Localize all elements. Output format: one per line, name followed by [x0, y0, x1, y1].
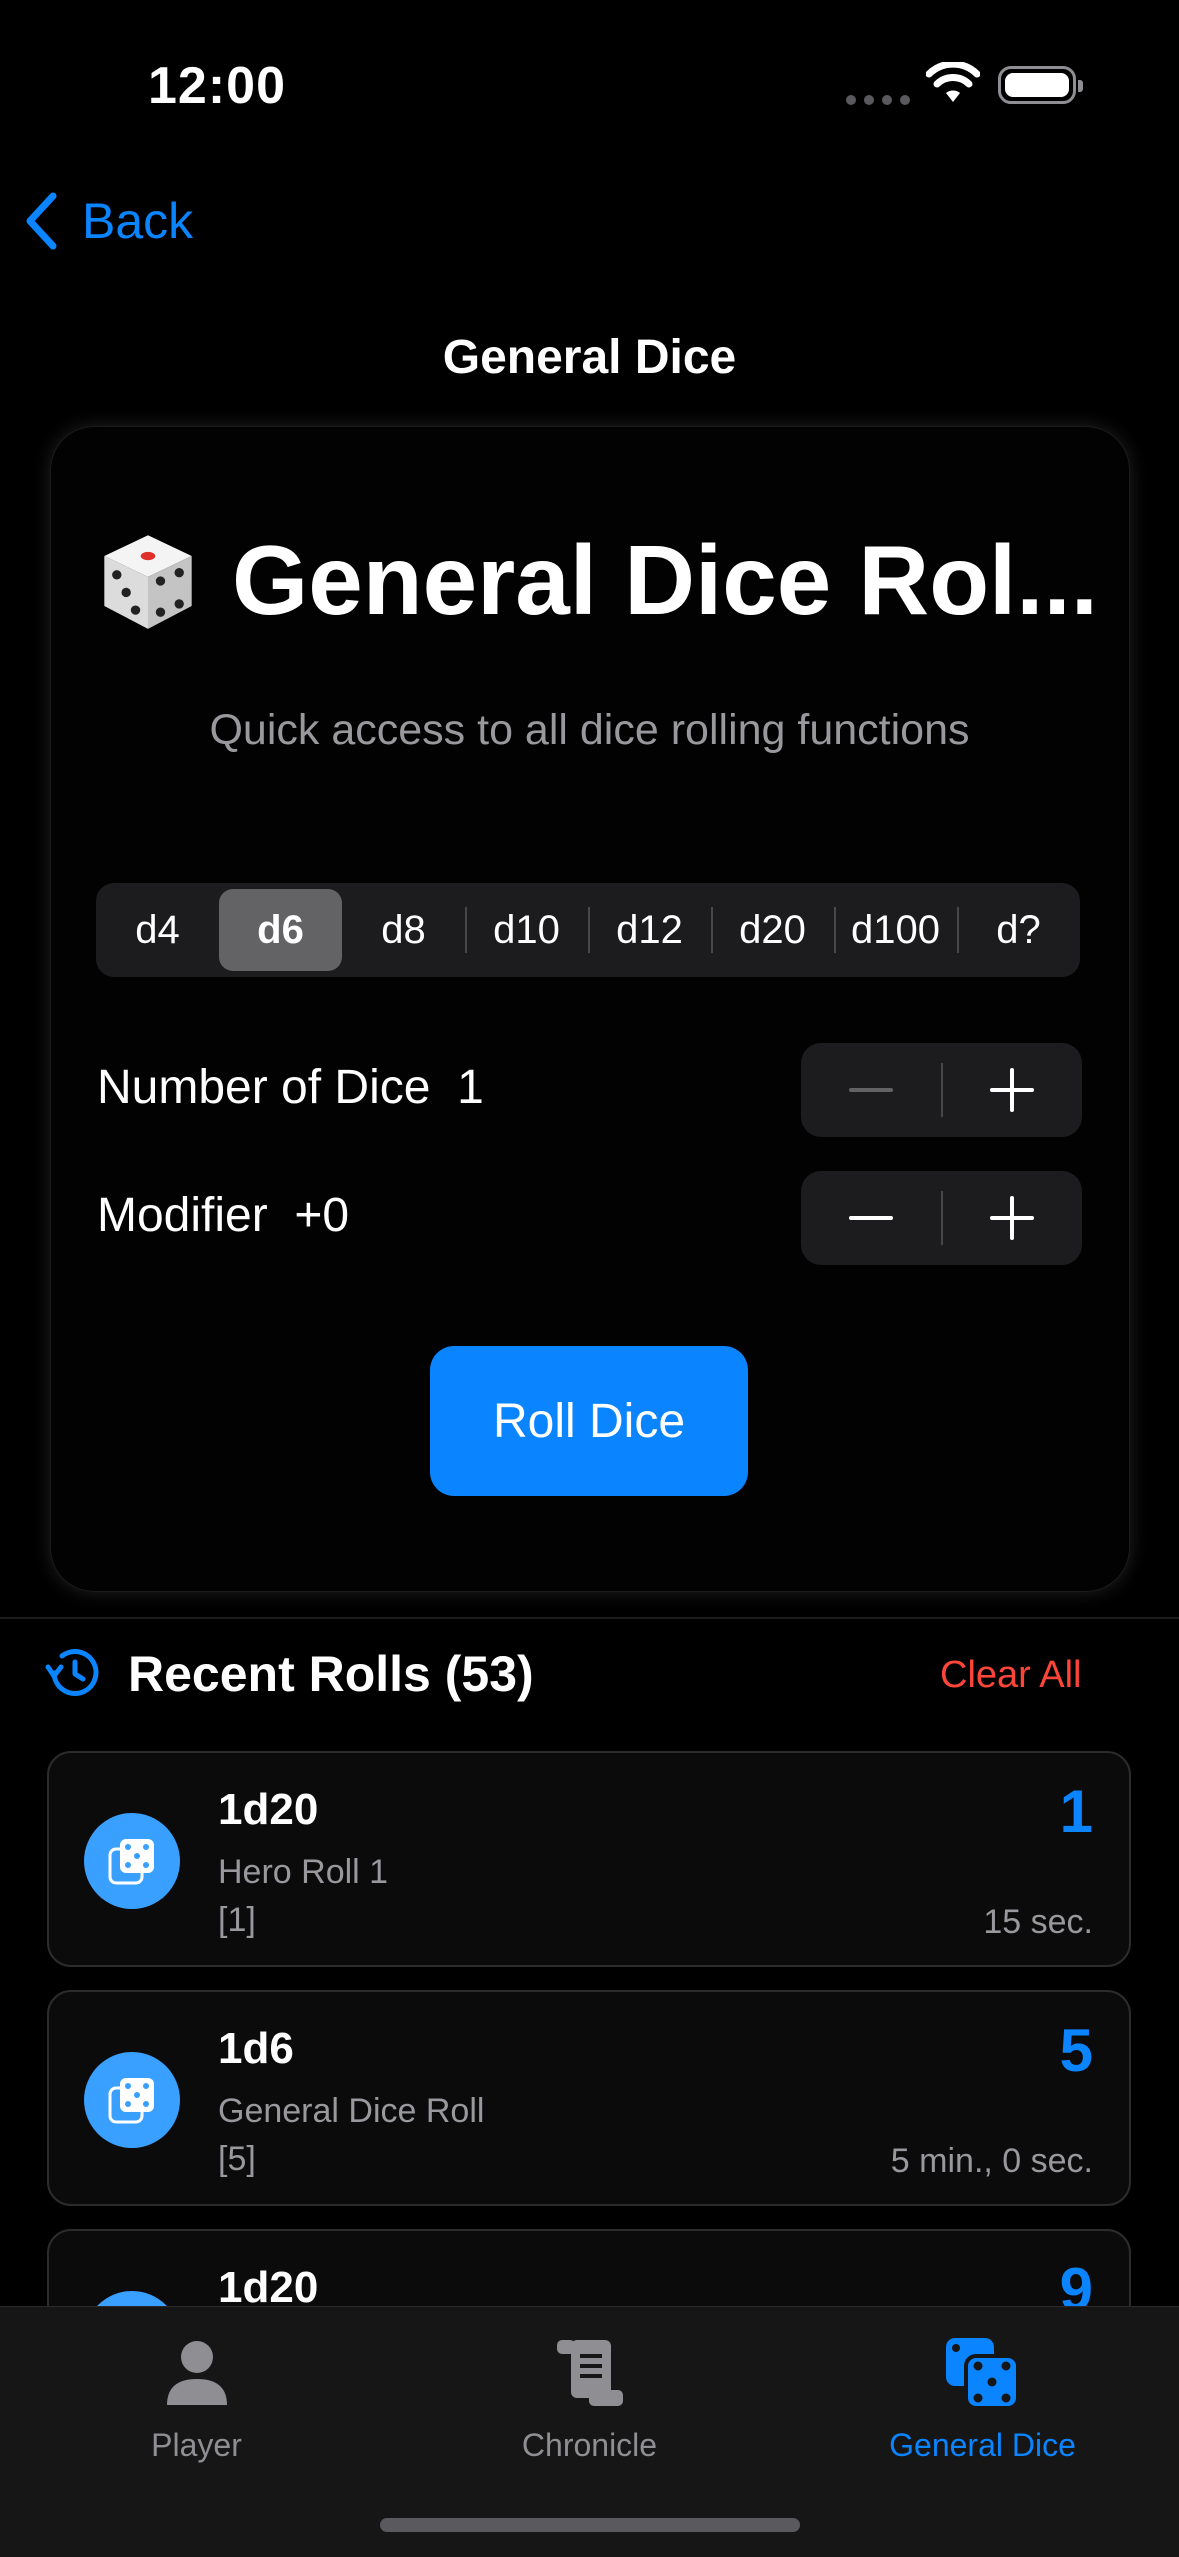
segment-d20[interactable]: d20	[711, 883, 834, 977]
segment-d8[interactable]: d8	[342, 883, 465, 977]
chevron-left-icon	[26, 192, 57, 250]
person-icon	[166, 2341, 227, 2405]
minus-icon	[848, 1088, 893, 1092]
segment-d10[interactable]: d10	[465, 883, 588, 977]
status-time: 12:00	[148, 57, 286, 115]
segment-d4[interactable]: d4	[96, 883, 219, 977]
roll-item[interactable]: 1d6 General Dice Roll [5] 5 5 min., 0 se…	[47, 1990, 1131, 2206]
die-type-segmented-control: d4 d6 d8 d10 d12 d20 d100 d?	[96, 883, 1080, 977]
roll-name: Hero Roll 1	[218, 1853, 389, 1891]
roll-time: 15 sec.	[983, 1903, 1093, 1941]
tab-label: Player	[151, 2427, 242, 2463]
roll-result: 1	[1059, 1778, 1093, 1845]
game-die-icon	[104, 534, 192, 629]
dice-icon	[945, 2338, 1020, 2410]
modifier-label: Modifier	[97, 1189, 268, 1242]
plus-icon	[990, 1196, 1035, 1240]
scroll-icon	[556, 2340, 623, 2406]
number-of-dice-value: 1	[457, 1061, 484, 1114]
card-title-text: General Dice Rol...	[232, 525, 1098, 635]
modifier-stepper	[801, 1171, 1082, 1265]
roll-result: 5	[1059, 2017, 1093, 2084]
tab-label: Chronicle	[521, 2427, 658, 2463]
segment-d100[interactable]: d100	[834, 883, 957, 977]
clear-all-button[interactable]: Clear All	[940, 1654, 1082, 1697]
roll-detail: [1]	[218, 1901, 256, 1939]
roll-time: 5 min., 0 sec.	[890, 2142, 1093, 2180]
wifi-icon	[926, 62, 980, 102]
tab-general-dice[interactable]: General Dice	[786, 2307, 1179, 2487]
segment-d12[interactable]: d12	[588, 883, 711, 977]
roll-expression: 1d20	[218, 1785, 319, 1834]
recent-rolls-title: Recent Rolls (53)	[128, 1646, 534, 1702]
modifier-decrement-button[interactable]	[801, 1171, 941, 1265]
dice-increment-button[interactable]	[943, 1043, 1083, 1137]
plus-icon	[990, 1068, 1035, 1112]
home-indicator	[380, 2518, 800, 2532]
minus-icon	[848, 1216, 893, 1220]
roll-dice-button[interactable]: Roll Dice	[430, 1346, 748, 1496]
nav-title: General Dice	[442, 331, 737, 384]
modifier-value: +0	[294, 1189, 350, 1242]
roll-name: General Dice Roll	[218, 2092, 485, 2130]
segment-custom[interactable]: d?	[957, 883, 1080, 977]
card-title: General Dice Rol...	[96, 524, 1098, 637]
tab-chronicle[interactable]: Chronicle	[393, 2307, 786, 2487]
number-of-dice-row: Number of Dice 1	[97, 1060, 484, 1115]
tab-player[interactable]: Player	[0, 2307, 393, 2487]
battery-icon	[998, 66, 1083, 104]
modifier-increment-button[interactable]	[943, 1171, 1083, 1265]
roll-expression: 1d6	[218, 2024, 294, 2073]
roll-dice-icon	[84, 1813, 180, 1909]
segment-d6[interactable]: d6	[219, 889, 342, 971]
back-label: Back	[82, 193, 194, 249]
tab-label: General Dice	[889, 2427, 1076, 2463]
back-button[interactable]: Back	[24, 192, 193, 250]
roll-item[interactable]: 1d20 Hero Roll 1 [1] 1 15 sec.	[47, 1751, 1131, 1967]
dice-decrement-button[interactable]	[801, 1043, 941, 1137]
section-divider	[0, 1617, 1179, 1619]
modifier-row: Modifier +0	[97, 1188, 349, 1243]
cellular-signal-icon	[846, 95, 910, 105]
roll-dice-icon	[84, 2052, 180, 2148]
number-of-dice-stepper	[801, 1043, 1082, 1137]
number-of-dice-label: Number of Dice	[97, 1061, 431, 1114]
roll-detail: [5]	[218, 2140, 256, 2178]
card-subtitle: Quick access to all dice rolling functio…	[209, 706, 970, 754]
history-icon	[45, 1649, 99, 1696]
